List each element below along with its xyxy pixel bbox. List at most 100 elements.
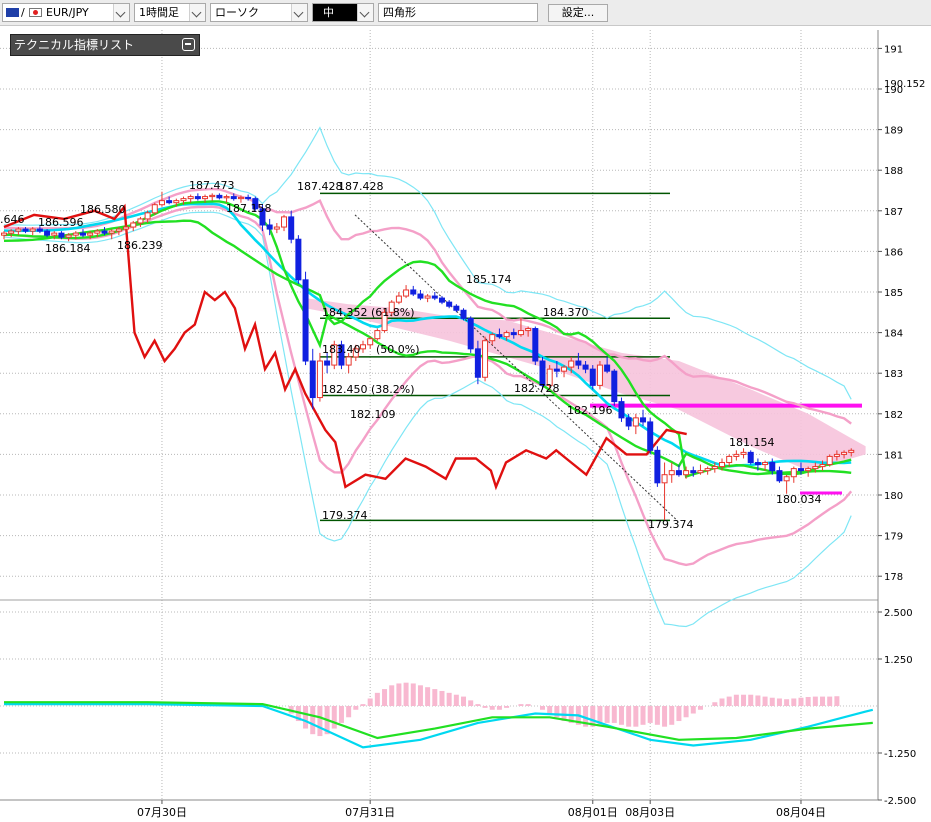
- candle-body: [589, 368, 596, 386]
- macd-bar: [647, 706, 653, 723]
- macd-tick-label: -1.250: [884, 749, 916, 760]
- candle-body: [460, 309, 467, 319]
- price-label: 184.370: [543, 306, 589, 319]
- candle-body: [237, 196, 244, 200]
- candle-body: [273, 226, 280, 230]
- price-tick-label: 183: [884, 369, 903, 380]
- macd-bar: [389, 685, 395, 706]
- candle-body: [266, 224, 273, 230]
- macd-bar: [439, 690, 445, 706]
- macd-bar: [310, 706, 316, 735]
- macd-tick-label: 2.500: [884, 608, 913, 619]
- macd-bar: [769, 697, 775, 706]
- macd-bar: [540, 706, 545, 710]
- price-label: 182.196: [567, 404, 613, 417]
- macd-bar: [712, 702, 718, 706]
- macd-bar: [331, 706, 337, 729]
- date-label: 08月01日: [568, 806, 618, 819]
- fibonacci-pct-label: (50.0%): [376, 343, 420, 356]
- candle-body: [8, 230, 15, 234]
- candle-body: [94, 230, 101, 234]
- candle-body: [510, 332, 517, 336]
- candle-body: [474, 348, 481, 378]
- moving-average-slow-lower: [3, 219, 852, 476]
- candle-body: [15, 228, 22, 232]
- macd-bar: [353, 706, 359, 710]
- candle-body: [194, 196, 201, 200]
- candle-body: [833, 453, 840, 457]
- candle-body: [367, 338, 374, 346]
- macd-bar: [468, 700, 474, 706]
- candle-body: [245, 196, 252, 200]
- date-label: 07月31日: [345, 806, 395, 819]
- macd-bar: [611, 706, 617, 723]
- candle-body: [647, 421, 654, 451]
- macd-bar: [432, 689, 438, 706]
- candle-body: [29, 228, 36, 232]
- price-chart[interactable]: 187.473 187.158 187.428187.428 186.596186.5…: [0, 0, 931, 822]
- candle-body: [438, 297, 445, 303]
- price-label: 186.596: [38, 216, 84, 229]
- candle-body: [618, 401, 625, 419]
- candle-body: [173, 200, 180, 204]
- macd-bar: [690, 706, 696, 714]
- candle-body: [209, 194, 216, 198]
- macd-bar: [676, 706, 682, 722]
- macd-bar: [547, 706, 553, 714]
- indicator-list-panel[interactable]: テクニカル指標リスト: [10, 34, 200, 56]
- macd-bar: [360, 704, 366, 706]
- candle-body: [44, 230, 51, 236]
- candle-body: [790, 468, 797, 478]
- price-label: 186.184: [45, 242, 91, 255]
- macd-bar: [748, 694, 754, 706]
- macd-bar: [425, 687, 431, 706]
- macd-bar: [410, 683, 416, 706]
- macd-bar: [784, 699, 790, 706]
- macd-bar: [827, 696, 833, 706]
- price-label: 182.109: [350, 408, 396, 421]
- candle-body: [467, 317, 474, 350]
- fibonacci-label: 184.352 (61.8%): [322, 306, 415, 319]
- macd-line: [4, 703, 874, 749]
- candle-body: [819, 464, 826, 468]
- candle-body: [754, 462, 761, 466]
- price-tick-label: 182: [884, 410, 903, 421]
- macd-bar: [733, 694, 739, 706]
- candle-body: [374, 330, 381, 340]
- macd-bar: [525, 704, 531, 706]
- macd-bar: [741, 694, 747, 706]
- price-tick-label: 186: [884, 247, 903, 258]
- candle-body: [690, 470, 697, 474]
- macd-bar: [374, 692, 380, 706]
- minimize-icon[interactable]: [182, 38, 195, 51]
- candle-body: [675, 470, 682, 476]
- candle-body: [596, 364, 603, 386]
- candle-body: [151, 204, 158, 214]
- candle-body: [740, 451, 747, 455]
- candle-body: [72, 232, 79, 236]
- fibonacci-label: 179.374: [322, 509, 368, 522]
- candle-body: [295, 238, 302, 281]
- macd-bar: [475, 704, 481, 706]
- candle-body: [403, 289, 410, 297]
- candle-body: [812, 466, 819, 470]
- fibonacci-label: 182.450 (38.2%): [322, 383, 415, 396]
- candle-body: [568, 360, 575, 368]
- candle-body: [65, 234, 72, 238]
- candle-body: [726, 455, 733, 464]
- candle-body: [87, 232, 94, 236]
- macd-bar: [697, 706, 703, 710]
- candle-body: [747, 451, 754, 464]
- macd-bar: [482, 706, 488, 708]
- indicator-list-title: テクニカル指標リスト: [14, 38, 135, 52]
- candle-body: [410, 289, 417, 295]
- candle-body: [805, 468, 812, 472]
- macd-bar: [834, 696, 840, 706]
- candle-body: [395, 295, 402, 303]
- candle-body: [697, 470, 704, 474]
- macd-bar: [489, 706, 495, 710]
- candle-body: [446, 301, 453, 307]
- candle-body: [166, 200, 173, 204]
- candle-body: [654, 449, 661, 484]
- macd-tick-label: 1.250: [884, 655, 913, 666]
